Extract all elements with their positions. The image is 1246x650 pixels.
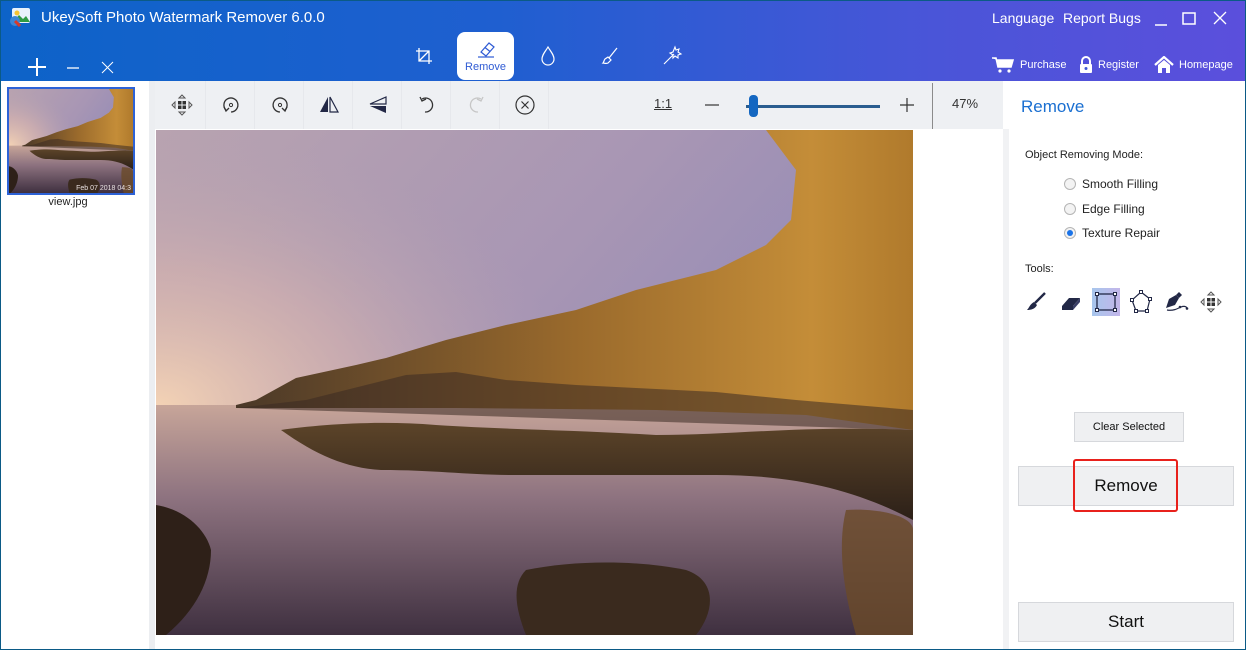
polygon-select-button[interactable]: [1127, 288, 1155, 316]
move-tool-button[interactable]: [1197, 288, 1225, 316]
maximize-icon: [1182, 12, 1196, 25]
zoom-out-icon: [705, 104, 719, 106]
tab-remove[interactable]: Remove: [457, 32, 514, 80]
mode-smooth-filling-label: Smooth Filling: [1082, 177, 1159, 191]
title-bar: UkeySoft Photo Watermark Remover 6.0.0 L…: [1, 1, 1245, 81]
tab-magic[interactable]: [643, 32, 700, 80]
crop-icon: [415, 48, 432, 64]
zoom-percent: 47%: [952, 96, 979, 111]
minimize-button[interactable]: [1150, 7, 1174, 29]
undo-button[interactable]: [403, 81, 451, 129]
flip-vertical-icon: [369, 96, 387, 113]
cart-icon: [992, 57, 1015, 73]
language-link[interactable]: Language: [992, 10, 1054, 26]
homepage-label: Homepage: [1179, 59, 1233, 71]
thumbnail-image: [9, 89, 133, 193]
homepage-link[interactable]: Homepage: [1154, 55, 1233, 75]
flip-vertical-button[interactable]: [354, 81, 402, 129]
rotate-right-icon: [271, 97, 288, 113]
move-icon: [170, 94, 193, 116]
clear-icon: [101, 61, 114, 74]
remove-button[interactable]: Remove: [1018, 466, 1234, 506]
move-tool-icon: [1200, 291, 1222, 313]
eraser-tool-button[interactable]: [1057, 288, 1085, 316]
tab-crop[interactable]: [395, 32, 452, 80]
file-list-panel: Feb 07 2018 04:3 view.jpg: [1, 81, 149, 649]
brush-tool-icon: [1027, 292, 1046, 310]
report-bugs-link[interactable]: Report Bugs: [1063, 10, 1141, 26]
magic-wand-icon: [663, 45, 682, 65]
mode-texture-repair[interactable]: Texture Repair: [1064, 225, 1160, 241]
redo-icon: [469, 96, 484, 113]
rotate-left-icon: [222, 97, 239, 113]
lock-icon: [1080, 56, 1092, 73]
brush-tool-button[interactable]: [1022, 288, 1050, 316]
file-thumbnail[interactable]: Feb 07 2018 04:3: [7, 87, 135, 195]
actual-size-button[interactable]: 1:1: [654, 96, 672, 111]
close-window-button[interactable]: [1208, 7, 1232, 29]
tab-remove-label: Remove: [465, 60, 506, 73]
zoom-slider-thumb[interactable]: [748, 95, 758, 117]
edited-photo[interactable]: [156, 130, 913, 635]
start-button[interactable]: Start: [1018, 602, 1234, 642]
pen-lasso-button[interactable]: [1162, 288, 1190, 316]
mode-edge-filling-label: Edge Filling: [1082, 202, 1145, 216]
flip-horizontal-icon: [319, 96, 339, 113]
remove-icon: [67, 67, 79, 69]
file-name: view.jpg: [48, 196, 88, 208]
tab-blur[interactable]: [519, 32, 576, 80]
pen-lasso-icon: [1166, 292, 1189, 311]
mode-label: Object Removing Mode:: [1025, 149, 1143, 161]
drop-icon: [540, 45, 555, 66]
radio-edge-filling[interactable]: [1064, 203, 1076, 215]
cancel-button[interactable]: [501, 81, 549, 129]
zoom-in-button[interactable]: [883, 81, 931, 129]
zoom-out-button[interactable]: [688, 81, 736, 129]
mode-texture-repair-label: Texture Repair: [1082, 226, 1161, 240]
add-icon: [28, 58, 46, 76]
polygon-select-icon: [1130, 290, 1152, 313]
register-label: Register: [1098, 59, 1139, 71]
close-icon: [1213, 11, 1227, 25]
mode-edge-filling[interactable]: Edge Filling: [1064, 201, 1145, 217]
rectangle-select-button[interactable]: [1092, 288, 1120, 316]
home-icon: [1154, 56, 1174, 73]
mode-smooth-filling[interactable]: Smooth Filling: [1064, 176, 1158, 192]
remove-settings-panel: Remove Object Removing Mode: Smooth Fill…: [1009, 81, 1245, 649]
clear-selected-button[interactable]: Clear Selected: [1074, 412, 1184, 442]
purchase-label: Purchase: [1020, 59, 1067, 71]
cancel-icon: [514, 95, 535, 115]
zoom-slider-track[interactable]: [746, 105, 880, 108]
maximize-button[interactable]: [1177, 7, 1201, 29]
app-window: UkeySoft Photo Watermark Remover 6.0.0 L…: [0, 0, 1246, 650]
register-link[interactable]: Register: [1079, 55, 1139, 75]
eraser-icon: [477, 41, 495, 58]
flip-horizontal-button[interactable]: [305, 81, 353, 129]
add-file-button[interactable]: [25, 55, 49, 79]
undo-icon: [418, 96, 433, 113]
brush-icon: [601, 47, 617, 65]
tab-brush[interactable]: [581, 32, 638, 80]
panel-title: Remove: [1021, 97, 1085, 116]
remove-file-button[interactable]: [61, 55, 85, 79]
zoom-in-icon: [900, 98, 914, 112]
tools-label: Tools:: [1025, 263, 1054, 275]
rotate-left-button[interactable]: [207, 81, 255, 129]
thumbnail-date: Feb 07 2018 04:3: [76, 185, 131, 192]
toolbar-separator: [932, 83, 933, 129]
clear-files-button[interactable]: [95, 55, 119, 79]
rotate-right-button[interactable]: [256, 81, 304, 129]
image-canvas[interactable]: [155, 129, 1003, 649]
app-logo-icon: [10, 8, 30, 27]
move-button[interactable]: [158, 81, 206, 129]
radio-texture-repair[interactable]: [1064, 227, 1076, 239]
app-title: UkeySoft Photo Watermark Remover 6.0.0: [41, 9, 325, 26]
purchase-link[interactable]: Purchase: [991, 55, 1066, 75]
minimize-icon: [1155, 24, 1167, 26]
eraser-tool-icon: [1062, 298, 1080, 310]
redo-button[interactable]: [452, 81, 500, 129]
rectangle-select-icon: [1095, 292, 1117, 312]
radio-smooth-filling[interactable]: [1064, 178, 1076, 190]
